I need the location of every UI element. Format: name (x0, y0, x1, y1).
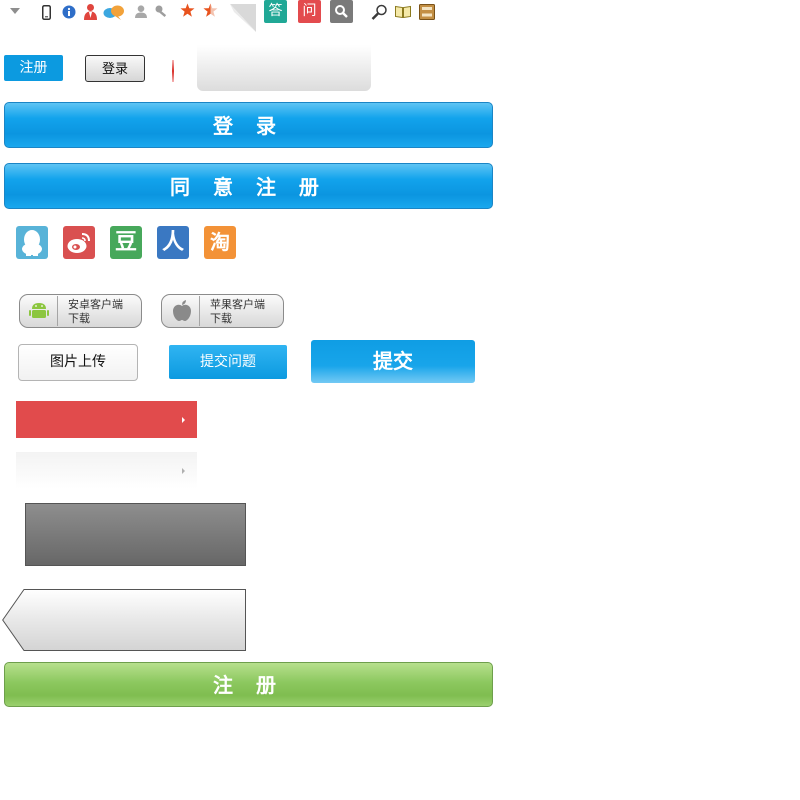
grey-block (25, 503, 246, 566)
chevron-right-icon (182, 468, 185, 474)
submit-question-button[interactable]: 提交问题 (169, 345, 287, 379)
login-button[interactable]: 登录 (85, 55, 145, 82)
pill-divider (199, 296, 200, 326)
star-icon[interactable] (180, 3, 195, 18)
ios-download-label: 苹果客户端 下载 (210, 298, 265, 325)
bookshelf-icon[interactable] (419, 4, 435, 20)
mobile-phone-icon[interactable] (42, 5, 51, 20)
pill-divider (57, 296, 58, 326)
android-icon (29, 301, 49, 321)
register-button[interactable]: 注册 (4, 55, 63, 81)
chat-bubbles-icon[interactable] (103, 4, 125, 21)
agree-register-button[interactable]: 同 意 注 册 (4, 163, 493, 209)
taobao-icon[interactable]: 淘 (204, 226, 236, 259)
user-icon[interactable] (84, 3, 97, 20)
red-divider (172, 60, 174, 82)
douban-icon[interactable]: 豆 (110, 226, 142, 259)
android-download-label: 安卓客户端 下载 (68, 298, 123, 325)
light-list-bar[interactable] (16, 452, 197, 489)
android-download-button[interactable]: 安卓客户端 下载 (19, 294, 142, 328)
red-list-bar[interactable] (16, 401, 197, 438)
page-corner-icon (230, 4, 256, 32)
renren-icon[interactable]: 人 (157, 226, 189, 259)
half-star-icon[interactable] (203, 3, 219, 18)
search-badge-icon[interactable] (330, 0, 353, 23)
chevron-right-icon (182, 417, 185, 423)
back-arrow-tab[interactable] (2, 589, 246, 651)
info-icon[interactable] (62, 5, 76, 19)
person-icon[interactable] (135, 5, 147, 18)
dropdown-triangle-icon[interactable] (10, 8, 20, 14)
submit-button[interactable]: 提交 (311, 340, 475, 383)
apple-icon (172, 300, 192, 321)
question-badge-icon[interactable]: 问 (298, 0, 321, 23)
ios-download-button[interactable]: 苹果客户端 下载 (161, 294, 284, 328)
qq-icon[interactable] (16, 226, 48, 259)
register-wide-button[interactable]: 注 册 (4, 662, 493, 707)
open-book-icon[interactable] (395, 5, 411, 18)
upload-image-button[interactable]: 图片上传 (18, 344, 138, 381)
magnifier-icon[interactable] (371, 4, 388, 21)
key-icon[interactable] (155, 5, 169, 18)
weibo-icon[interactable] (63, 226, 95, 259)
login-wide-button[interactable]: 登 录 (4, 102, 493, 148)
grey-panel (197, 45, 371, 91)
answer-badge-icon[interactable]: 答 (264, 0, 287, 23)
